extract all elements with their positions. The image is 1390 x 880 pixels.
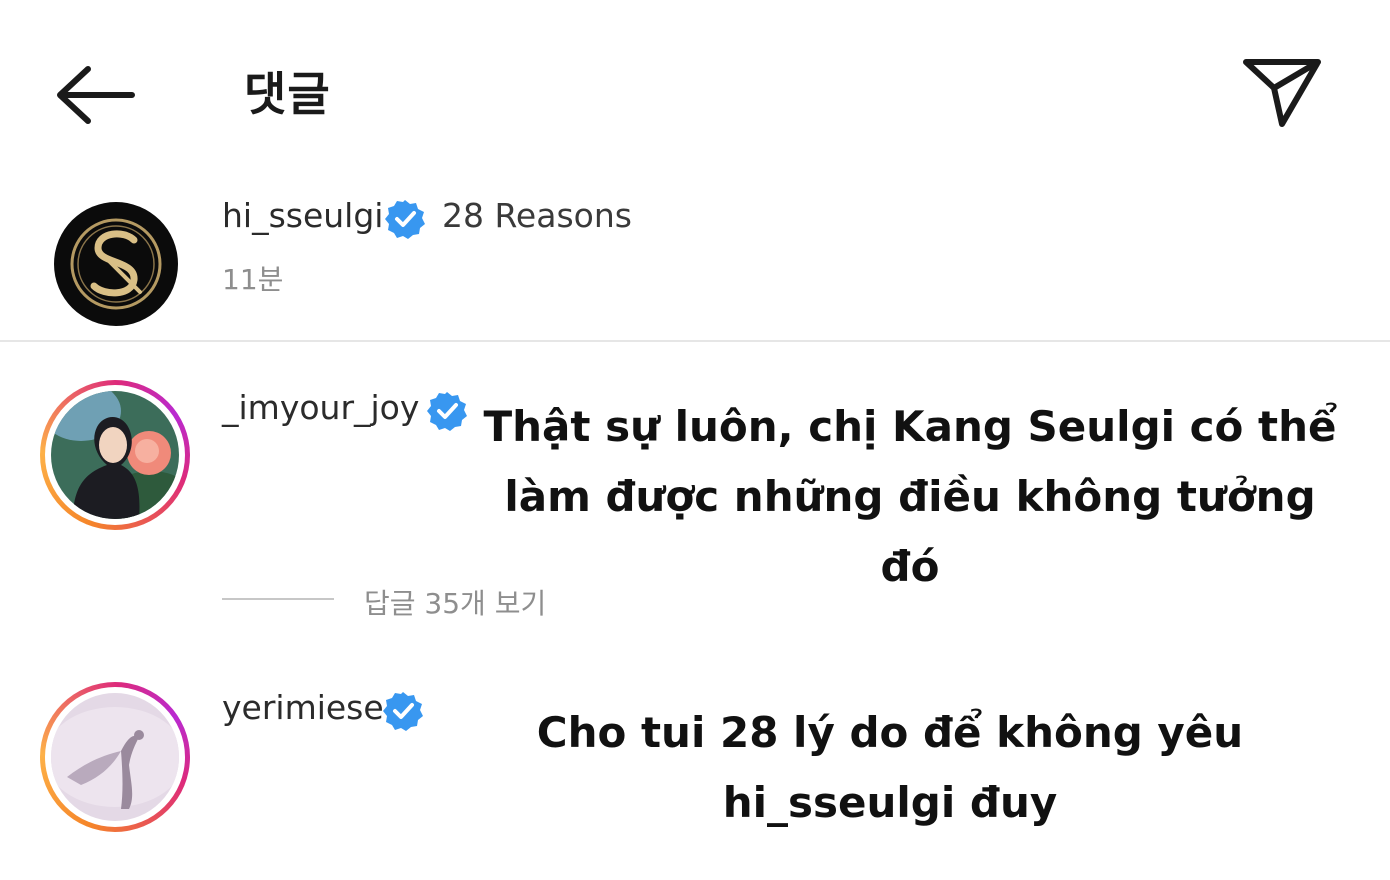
divider (0, 340, 1390, 342)
comment-text: Thật sự luôn, chị Kang Seulgi có thể làm… (470, 388, 1350, 591)
avatar[interactable] (40, 682, 190, 832)
view-replies-link[interactable]: 답글 35개 보기 (364, 582, 546, 622)
comment-text-label: Thật sự luôn, chị Kang Seulgi có thể làm… (483, 402, 1337, 591)
avatar[interactable] (54, 202, 178, 326)
replies-line (222, 598, 334, 600)
profile-photo (51, 391, 179, 519)
caption-username[interactable]: hi_sseulgi (222, 196, 383, 235)
comment-username[interactable]: _imyour_joy (222, 388, 419, 427)
share-button[interactable] (1240, 52, 1324, 132)
back-arrow-icon (57, 66, 135, 124)
profile-photo (51, 693, 179, 821)
caption-time: 11분 (222, 263, 284, 296)
page-title: 댓글 (244, 67, 331, 121)
direct-send-icon (1243, 59, 1321, 127)
comment-text-label: Cho tui 28 lý do để không yêu hi_sseulgi… (536, 708, 1244, 827)
comment-username[interactable]: yerimiese (222, 688, 384, 727)
seulgi-logo-icon (70, 218, 162, 310)
avatar[interactable] (40, 380, 190, 530)
verified-badge-icon (384, 198, 426, 240)
verified-badge-icon (382, 690, 424, 732)
caption-text: 28 Reasons (442, 196, 632, 235)
back-button[interactable] (52, 60, 138, 130)
comment-text: Cho tui 28 lý do để không yêu hi_sseulgi… (440, 690, 1340, 840)
verified-badge-icon (426, 390, 468, 432)
